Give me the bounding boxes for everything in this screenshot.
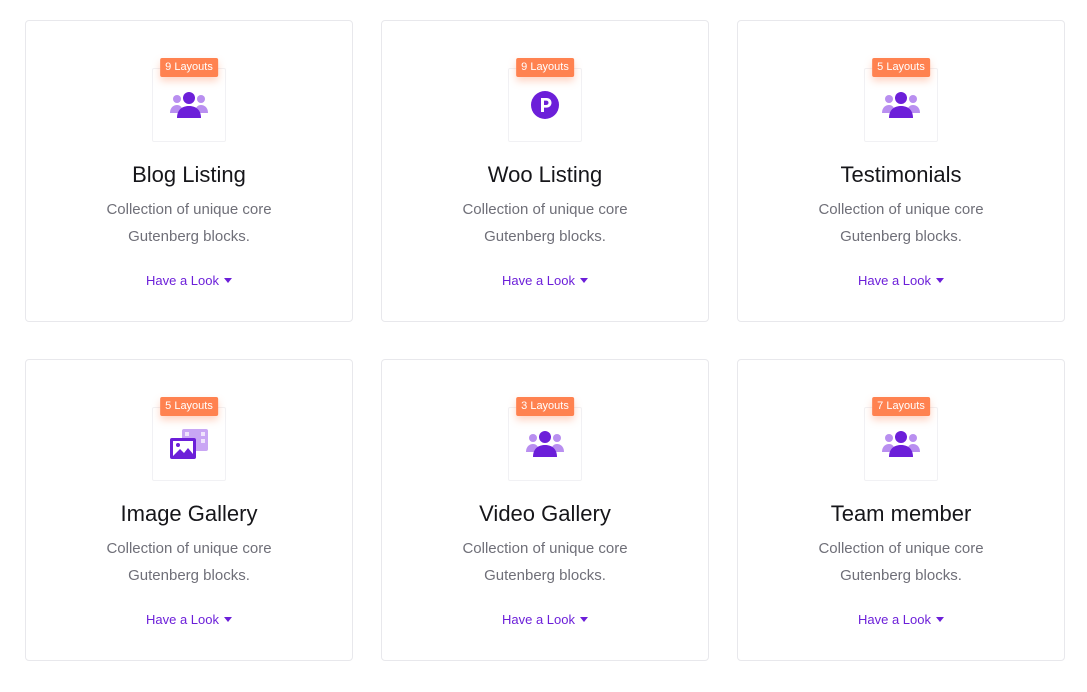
link-label: Have a Look bbox=[858, 612, 931, 627]
description-line-2: Gutenberg blocks. bbox=[840, 567, 962, 584]
card-title: Team member bbox=[830, 501, 972, 526]
layouts-badge: 5 Layouts bbox=[872, 58, 930, 77]
link-label: Have a Look bbox=[146, 273, 219, 288]
link-label: Have a Look bbox=[502, 612, 575, 627]
description-line-2: Gutenberg blocks. bbox=[128, 228, 250, 245]
description-line-1: Collection of unique core bbox=[462, 540, 628, 557]
card-title: Image Gallery bbox=[120, 501, 258, 526]
caret-down-icon bbox=[580, 278, 588, 283]
card-description: Collection of unique core Gutenberg block… bbox=[66, 535, 312, 589]
card-image-gallery: 5 Layouts Image Gallery Collection of un… bbox=[25, 359, 353, 661]
users-icon bbox=[864, 407, 938, 481]
have-a-look-link[interactable]: Have a Look bbox=[738, 272, 1064, 290]
layouts-badge: 9 Layouts bbox=[516, 58, 574, 77]
card-blog-listing: 9 Layouts Blog Listing Collection of uni… bbox=[25, 20, 353, 322]
card-title: Woo Listing bbox=[487, 162, 603, 187]
card-team-member: 7 Layouts Team member Collection of uniq… bbox=[737, 359, 1065, 661]
blocks-grid: 9 Layouts Blog Listing Collection of uni… bbox=[25, 20, 1065, 661]
layouts-badge: 7 Layouts bbox=[872, 397, 930, 416]
description-line-1: Collection of unique core bbox=[106, 201, 272, 218]
card-description: Collection of unique core Gutenberg block… bbox=[778, 535, 1024, 589]
description-line-1: Collection of unique core bbox=[106, 540, 272, 557]
caret-down-icon bbox=[224, 278, 232, 283]
caret-down-icon bbox=[936, 278, 944, 283]
description-line-2: Gutenberg blocks. bbox=[840, 228, 962, 245]
caret-down-icon bbox=[224, 617, 232, 622]
card-description: Collection of unique core Gutenberg block… bbox=[778, 196, 1024, 250]
card-description: Collection of unique core Gutenberg block… bbox=[422, 196, 668, 250]
card-woo-listing: 9 Layouts Woo Listing Collection of uniq… bbox=[381, 20, 709, 322]
image-gallery-icon bbox=[152, 407, 226, 481]
have-a-look-link[interactable]: Have a Look bbox=[382, 272, 708, 290]
caret-down-icon bbox=[936, 617, 944, 622]
link-label: Have a Look bbox=[858, 273, 931, 288]
card-title: Blog Listing bbox=[132, 162, 246, 187]
layouts-badge: 5 Layouts bbox=[160, 397, 218, 416]
description-line-2: Gutenberg blocks. bbox=[484, 228, 606, 245]
description-line-2: Gutenberg blocks. bbox=[484, 567, 606, 584]
have-a-look-link[interactable]: Have a Look bbox=[26, 272, 352, 290]
link-label: Have a Look bbox=[146, 612, 219, 627]
card-title: Testimonials bbox=[840, 162, 962, 187]
link-label: Have a Look bbox=[502, 273, 575, 288]
card-title: Video Gallery bbox=[479, 501, 611, 526]
layouts-badge: 3 Layouts bbox=[516, 397, 574, 416]
layouts-badge: 9 Layouts bbox=[160, 58, 218, 77]
description-line-1: Collection of unique core bbox=[818, 540, 984, 557]
description-line-2: Gutenberg blocks. bbox=[128, 567, 250, 584]
have-a-look-link[interactable]: Have a Look bbox=[738, 611, 1064, 629]
description-line-1: Collection of unique core bbox=[818, 201, 984, 218]
description-line-1: Collection of unique core bbox=[462, 201, 628, 218]
card-video-gallery: 3 Layouts Video Gallery Collection of un… bbox=[381, 359, 709, 661]
product-p-icon bbox=[508, 68, 582, 142]
caret-down-icon bbox=[580, 617, 588, 622]
card-description: Collection of unique core Gutenberg block… bbox=[422, 535, 668, 589]
users-icon bbox=[508, 407, 582, 481]
have-a-look-link[interactable]: Have a Look bbox=[26, 611, 352, 629]
users-icon bbox=[152, 68, 226, 142]
card-description: Collection of unique core Gutenberg block… bbox=[66, 196, 312, 250]
have-a-look-link[interactable]: Have a Look bbox=[382, 611, 708, 629]
users-icon bbox=[864, 68, 938, 142]
card-testimonials: 5 Layouts Testimonials Collection of uni… bbox=[737, 20, 1065, 322]
